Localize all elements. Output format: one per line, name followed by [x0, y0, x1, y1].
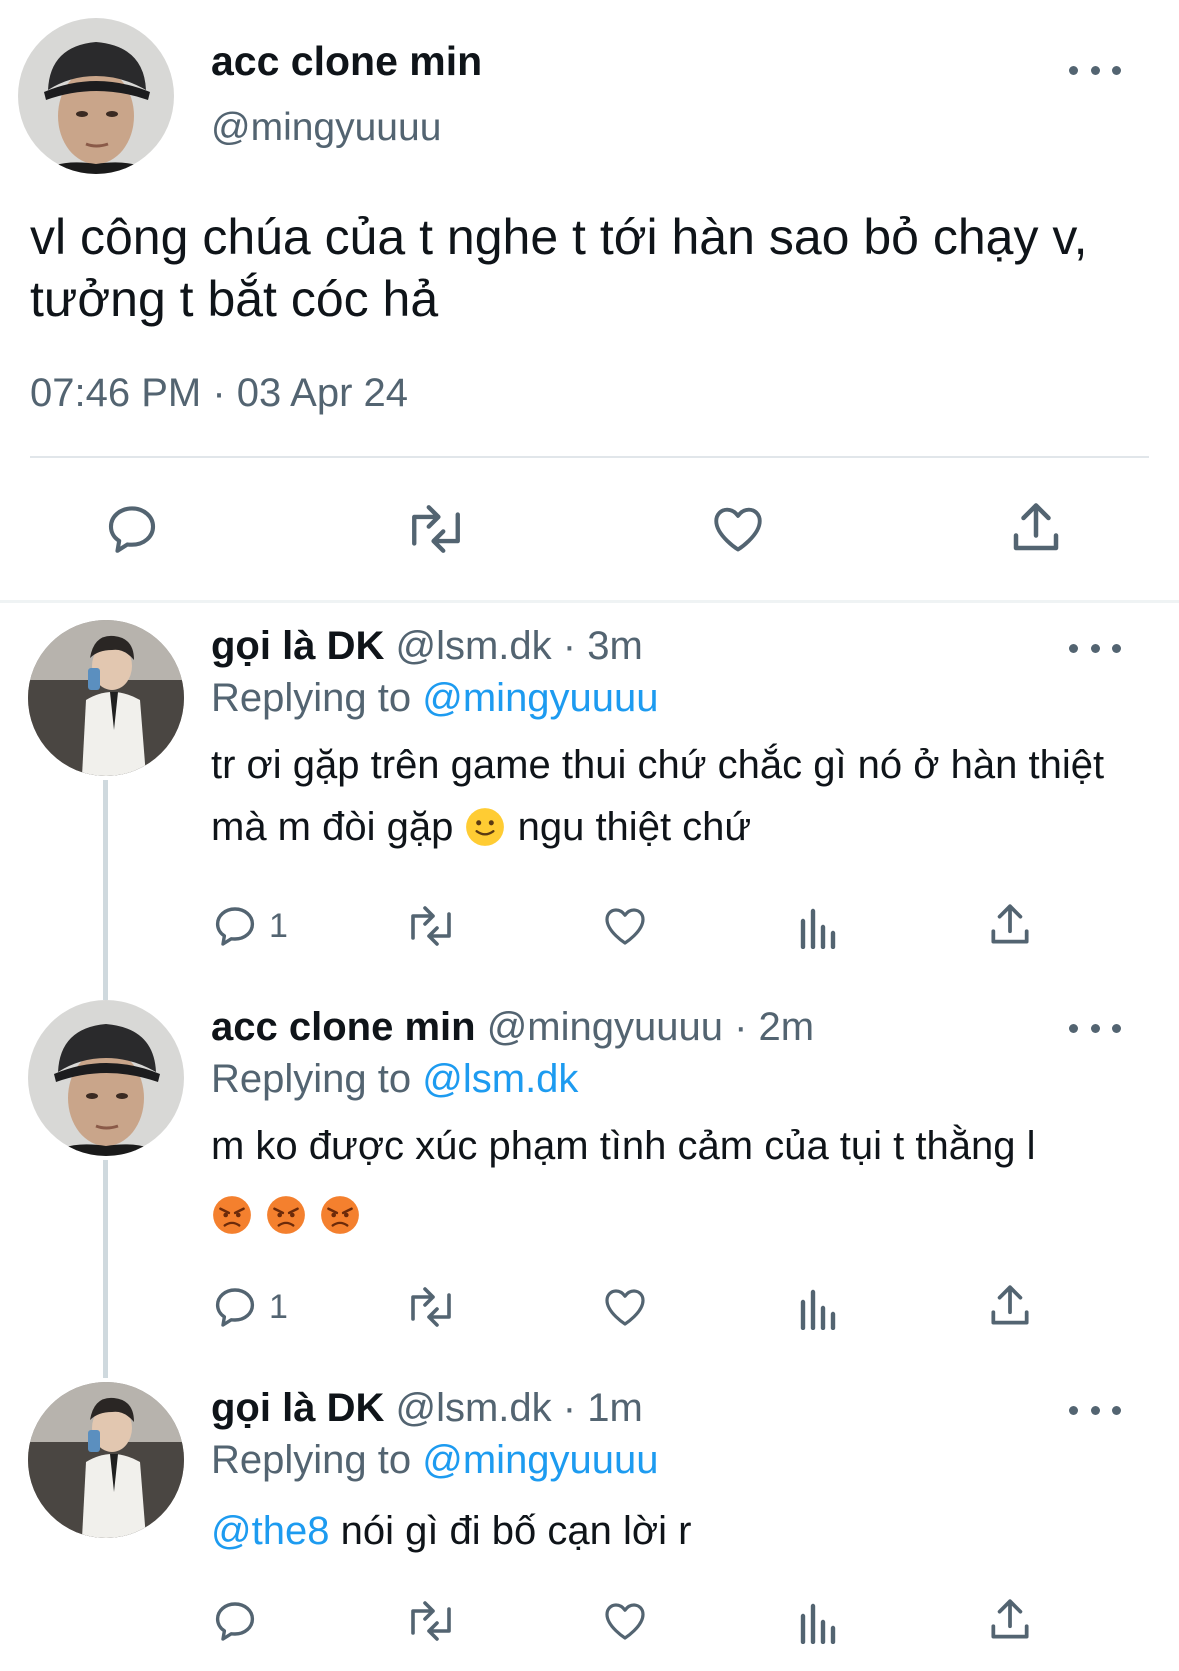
- reply-count: 1: [269, 1287, 288, 1326]
- share-icon: [1013, 503, 1059, 551]
- heart-icon: [714, 507, 762, 552]
- share-button[interactable]: [1006, 498, 1066, 558]
- heart-icon: [605, 1603, 645, 1640]
- like-button[interactable]: [600, 1283, 650, 1331]
- like-button[interactable]: [600, 902, 650, 950]
- reply-text-part: ngu thiệt chứ: [517, 805, 752, 849]
- more-options-icon[interactable]: [1069, 55, 1121, 85]
- reply-button[interactable]: [211, 1597, 259, 1645]
- author-name[interactable]: gọi là DK: [211, 1386, 384, 1430]
- analytics-icon: [800, 1603, 836, 1644]
- reply-button[interactable]: 1: [211, 1283, 288, 1331]
- reply-header: gọi là DK @lsm.dk · 1m: [211, 1386, 643, 1431]
- thread-line: [103, 1160, 108, 1378]
- author-handle[interactable]: @mingyuuuu: [487, 1005, 723, 1049]
- reply-age: · 3m: [562, 624, 643, 668]
- retweet-button[interactable]: [402, 500, 470, 558]
- reply-text: tr ơi gặp trên game thui chứ chắc gì nó …: [211, 734, 1131, 858]
- reply-icon: [215, 1288, 255, 1327]
- share-button[interactable]: [985, 1281, 1035, 1331]
- reply-count: 1: [269, 906, 288, 945]
- replying-mention[interactable]: @lsm.dk: [422, 1057, 578, 1101]
- author-handle[interactable]: @mingyuuuu: [211, 106, 441, 150]
- reply-age: · 2m: [734, 1005, 815, 1049]
- more-options-icon[interactable]: [1069, 1395, 1121, 1425]
- reply-icon: [108, 506, 156, 553]
- reply-text: @the8 nói gì đi bố cạn lời r: [211, 1500, 1131, 1562]
- author-handle[interactable]: @lsm.dk: [395, 624, 551, 668]
- replying-to: Replying to @mingyuuuu: [211, 676, 659, 721]
- replying-mention[interactable]: @mingyuuuu: [422, 676, 658, 720]
- share-button[interactable]: [985, 900, 1035, 950]
- share-button[interactable]: [985, 1595, 1035, 1645]
- retweet-button[interactable]: [403, 902, 459, 950]
- reply-button[interactable]: 1: [211, 902, 288, 950]
- reply-age: · 1m: [562, 1386, 643, 1430]
- retweet-icon: [411, 1601, 451, 1641]
- replying-mention[interactable]: @mingyuuuu: [422, 1438, 658, 1482]
- retweet-icon: [412, 505, 460, 553]
- angry-face-icon: [211, 1194, 253, 1236]
- replying-prefix: Replying to: [211, 1438, 412, 1482]
- author-name[interactable]: gọi là DK: [211, 624, 384, 668]
- author-name[interactable]: acc clone min: [211, 1005, 476, 1049]
- avatar[interactable]: [18, 18, 174, 174]
- author-name[interactable]: acc clone min: [211, 38, 482, 85]
- retweet-button[interactable]: [403, 1597, 459, 1645]
- reply-icon: [215, 907, 255, 946]
- avatar[interactable]: [28, 620, 184, 776]
- tweet-timestamp: 07:46 PM · 03 Apr 24: [30, 371, 409, 415]
- heart-icon: [605, 1289, 645, 1326]
- views-button[interactable]: [796, 1600, 838, 1644]
- replying-to: Replying to @mingyuuuu: [211, 1438, 659, 1483]
- like-button[interactable]: [600, 1597, 650, 1645]
- slightly-smiling-face-icon: [464, 806, 506, 848]
- text-mention[interactable]: @the8: [211, 1509, 329, 1553]
- share-icon: [991, 1599, 1029, 1639]
- thread-line: [103, 780, 108, 1000]
- views-button[interactable]: [796, 1286, 838, 1330]
- replying-prefix: Replying to: [211, 676, 412, 720]
- replying-to: Replying to @lsm.dk: [211, 1057, 578, 1102]
- section-divider: [0, 600, 1179, 603]
- retweet-icon: [411, 906, 451, 946]
- reply-header: acc clone min @mingyuuuu · 2m: [211, 1005, 814, 1050]
- reply-icon: [215, 1602, 255, 1641]
- analytics-icon: [800, 908, 836, 949]
- retweet-icon: [411, 1287, 451, 1327]
- avatar[interactable]: [28, 1000, 184, 1156]
- divider: [30, 456, 1149, 458]
- tweet-text: vl công chúa của t nghe t tới hàn sao bỏ…: [30, 209, 1088, 327]
- heart-icon: [605, 908, 645, 945]
- more-options-icon[interactable]: [1069, 633, 1121, 663]
- author-handle[interactable]: @lsm.dk: [395, 1386, 551, 1430]
- analytics-icon: [800, 1289, 836, 1330]
- emoji-row: [211, 1194, 361, 1236]
- angry-face-icon: [319, 1194, 361, 1236]
- replying-prefix: Replying to: [211, 1057, 412, 1101]
- more-options-icon[interactable]: [1069, 1013, 1121, 1043]
- like-button[interactable]: [708, 500, 768, 558]
- angry-face-icon: [265, 1194, 307, 1236]
- avatar[interactable]: [28, 1382, 184, 1538]
- reply-text-part: nói gì đi bố cạn lời r: [329, 1509, 692, 1553]
- share-icon: [991, 904, 1029, 944]
- views-button[interactable]: [796, 905, 838, 949]
- reply-button[interactable]: [103, 500, 161, 558]
- reply-header: gọi là DK @lsm.dk · 3m: [211, 624, 643, 669]
- retweet-button[interactable]: [403, 1283, 459, 1331]
- share-icon: [991, 1285, 1029, 1325]
- reply-text: m ko được xúc phạm tình cảm của tụi t th…: [211, 1124, 1036, 1168]
